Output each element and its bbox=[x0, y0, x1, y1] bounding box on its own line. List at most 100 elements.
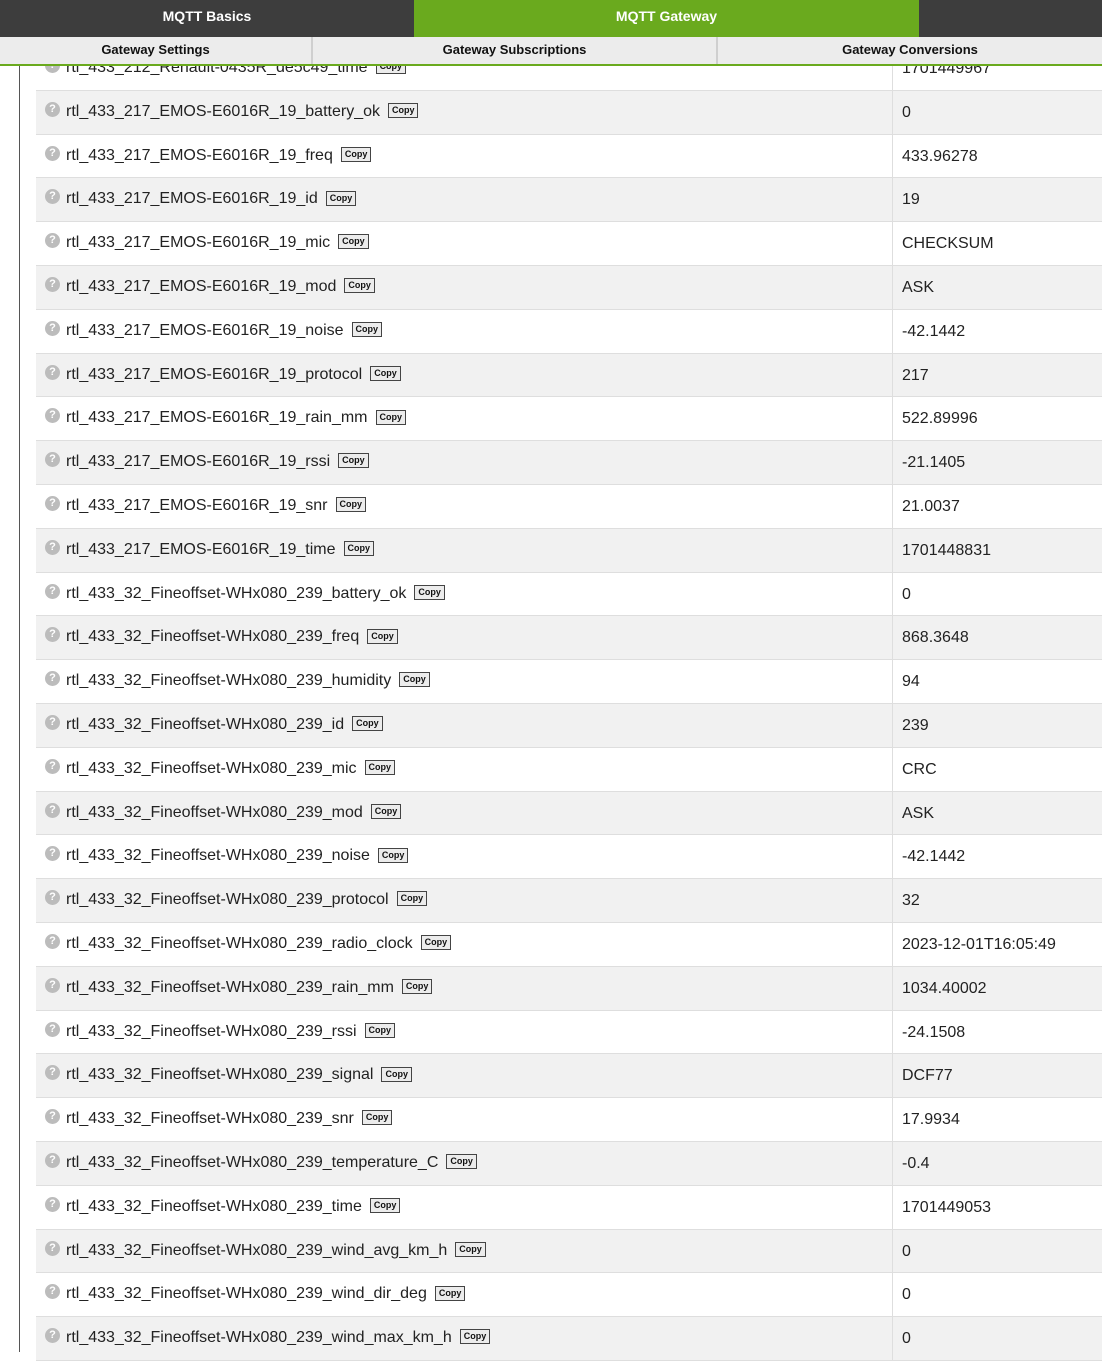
key-cell: ? rtl_433_217_EMOS-E6016R_19_mic Copy bbox=[36, 222, 893, 265]
help-icon[interactable]: ? bbox=[45, 933, 60, 949]
help-icon[interactable]: ? bbox=[45, 1109, 60, 1125]
copy-button[interactable]: Copy bbox=[446, 1154, 477, 1170]
table-row: ? rtl_433_32_Fineoffset-WHx080_239_humidi… bbox=[36, 660, 1102, 704]
help-icon[interactable]: ? bbox=[45, 1284, 60, 1300]
copy-button[interactable]: Copy bbox=[414, 584, 445, 600]
help-icon[interactable]: ? bbox=[45, 758, 60, 774]
variable-value: 32 bbox=[902, 892, 920, 910]
copy-button[interactable]: Copy bbox=[396, 891, 428, 907]
help-icon[interactable]: ? bbox=[45, 452, 60, 468]
table-row: ? rtl_433_32_Fineoffset-WHx080_239_mod Cop… bbox=[36, 791, 1102, 836]
key-cell: ? rtl_433_217_EMOS-E6016R_19_freq Copy bbox=[36, 134, 893, 178]
key-cell: ? rtl_433_217_EMOS-E6016R_19_id Copy bbox=[36, 178, 893, 222]
copy-button[interactable]: Copy bbox=[361, 1110, 393, 1126]
variable-name-text: rtl_433_32_Fineoffset-WHx080_239_mic bbox=[66, 759, 357, 777]
copy-button[interactable]: Copy bbox=[369, 1197, 401, 1213]
table-row: ? rtl_433_217_EMOS-E6016R_19_mic Copy CHECK… bbox=[36, 222, 1102, 266]
help-icon[interactable]: ? bbox=[45, 320, 60, 336]
variable-name-text: rtl_433_32_Fineoffset-WHx080_239_snr bbox=[66, 1110, 354, 1128]
help-icon[interactable]: ? bbox=[45, 145, 60, 161]
key-cell: ? rtl_433_217_EMOS-E6016R_19_snr Copy bbox=[36, 484, 893, 528]
help-icon[interactable]: ? bbox=[45, 408, 60, 424]
copy-button[interactable]: Copy bbox=[455, 1241, 486, 1257]
top-nav: MQTT Basics MQTT Gateway bbox=[0, 0, 1102, 37]
help-icon[interactable]: ? bbox=[45, 583, 60, 599]
copy-button[interactable]: Copy bbox=[387, 103, 419, 119]
variable-name-text: rtl_433_217_EMOS-E6016R_19_mic bbox=[66, 234, 331, 252]
help-icon[interactable]: ? bbox=[45, 890, 60, 906]
table-row: ? rtl_433_32_Fineoffset-WHx080_239_freq Co… bbox=[36, 616, 1102, 661]
variable-value: 1034.40002 bbox=[902, 979, 987, 997]
left-border-line bbox=[19, 66, 20, 1352]
help-icon[interactable]: ? bbox=[45, 714, 60, 730]
help-icon[interactable]: ? bbox=[45, 627, 60, 643]
help-icon[interactable]: ? bbox=[45, 233, 60, 249]
copy-button[interactable]: Copy bbox=[377, 847, 409, 863]
tab-mqtt-basics[interactable]: MQTT Basics bbox=[0, 0, 414, 37]
tab-mqtt-gateway[interactable]: MQTT Gateway bbox=[414, 0, 919, 37]
help-icon[interactable]: ? bbox=[45, 1240, 60, 1256]
copy-button[interactable]: Copy bbox=[420, 935, 452, 951]
subtab-gateway-settings[interactable]: Gateway Settings bbox=[0, 37, 313, 64]
copy-button[interactable]: Copy bbox=[364, 760, 396, 776]
key-cell: ? rtl_433_32_Fineoffset-WHx080_239_noise C… bbox=[36, 835, 893, 879]
copy-button[interactable]: Copy bbox=[434, 1285, 466, 1301]
copy-button[interactable]: Copy bbox=[351, 322, 383, 338]
variable-name: rtl_433_32_Fineoffset-WHx080_239_rssi Cop… bbox=[66, 1022, 396, 1041]
help-icon[interactable]: ? bbox=[45, 977, 60, 993]
copy-button[interactable]: Copy bbox=[325, 190, 357, 206]
copy-button[interactable]: Copy bbox=[375, 409, 407, 425]
key-cell: ? rtl_433_217_EMOS-E6016R_19_rain_mm Copy bbox=[36, 397, 893, 441]
help-icon[interactable]: ? bbox=[45, 276, 60, 292]
copy-button[interactable]: Copy bbox=[340, 146, 372, 162]
help-icon[interactable]: ? bbox=[45, 364, 60, 380]
table-row: ? rtl_433_32_Fineoffset-WHx080_239_radio_… bbox=[36, 922, 1102, 967]
help-icon[interactable]: ? bbox=[45, 846, 60, 862]
variable-value: 0 bbox=[902, 1330, 911, 1348]
help-icon[interactable]: ? bbox=[45, 1021, 60, 1037]
copy-button[interactable]: Copy bbox=[338, 234, 369, 250]
key-cell: ? rtl_433_32_Fineoffset-WHx080_239_humidi… bbox=[36, 660, 893, 703]
copy-button[interactable]: Copy bbox=[367, 628, 398, 644]
key-cell: ? rtl_433_32_Fineoffset-WHx080_239_protoc… bbox=[36, 879, 893, 922]
subtab-gateway-conversions[interactable]: Gateway Conversions bbox=[718, 37, 1102, 64]
variable-name-text: rtl_433_32_Fineoffset-WHx080_239_freq bbox=[66, 628, 360, 646]
variable-value: -42.1442 bbox=[902, 322, 966, 340]
variable-name: rtl_433_217_EMOS-E6016R_19_time Copy bbox=[66, 541, 374, 559]
table-row: ? rtl_433_217_EMOS-E6016R_19_protocol Copy… bbox=[36, 353, 1102, 398]
table-row: ? rtl_433_217_EMOS-E6016R_19_freq Copy 433.… bbox=[36, 134, 1102, 179]
help-icon[interactable]: ? bbox=[45, 1196, 60, 1212]
copy-button[interactable]: Copy bbox=[381, 1066, 412, 1082]
copy-button[interactable]: Copy bbox=[335, 497, 366, 513]
help-icon[interactable]: ? bbox=[45, 1328, 60, 1344]
help-icon[interactable]: ? bbox=[45, 802, 60, 818]
variable-value: 17.9934 bbox=[902, 1111, 960, 1129]
copy-button[interactable]: Copy bbox=[364, 1022, 396, 1038]
help-icon[interactable]: ? bbox=[45, 189, 60, 205]
help-icon[interactable]: ? bbox=[45, 101, 60, 117]
copy-button[interactable]: Copy bbox=[370, 803, 402, 819]
table-row: ? rtl_433_217_EMOS-E6016R_19_snr Copy 21.00… bbox=[36, 484, 1102, 529]
copy-button[interactable]: Copy bbox=[459, 1329, 491, 1345]
key-cell: ? rtl_433_32_Fineoffset-WHx080_239_wind_d… bbox=[36, 1273, 893, 1317]
variable-name-text: rtl_433_32_Fineoffset-WHx080_239_time bbox=[66, 1197, 362, 1215]
copy-button[interactable]: Copy bbox=[344, 278, 375, 294]
variable-value: -21.1405 bbox=[902, 454, 966, 472]
copy-button[interactable]: Copy bbox=[338, 453, 369, 469]
variable-name-text: rtl_433_217_EMOS-E6016R_19_id bbox=[66, 190, 318, 208]
copy-button[interactable]: Copy bbox=[370, 365, 401, 381]
key-cell: ? rtl_433_32_Fineoffset-WHx080_239_signal… bbox=[36, 1054, 893, 1098]
help-icon[interactable]: ? bbox=[45, 495, 60, 511]
copy-button[interactable]: Copy bbox=[343, 541, 374, 557]
help-icon[interactable]: ? bbox=[45, 671, 60, 687]
variable-value: 868.3648 bbox=[902, 629, 969, 647]
copy-button[interactable]: Copy bbox=[401, 979, 433, 994]
copy-button[interactable]: Copy bbox=[352, 716, 383, 732]
help-icon[interactable]: ? bbox=[45, 1065, 60, 1081]
copy-button[interactable]: Copy bbox=[399, 672, 430, 688]
help-icon[interactable]: ? bbox=[45, 1152, 60, 1168]
table-row: ? rtl_433_32_Fineoffset-WHx080_239_wind_d… bbox=[36, 1273, 1102, 1318]
help-icon[interactable]: ? bbox=[45, 539, 60, 555]
subtab-gateway-subscriptions[interactable]: Gateway Subscriptions bbox=[313, 37, 718, 64]
key-cell: ? rtl_433_32_Fineoffset-WHx080_239_rssi Co… bbox=[36, 1010, 893, 1054]
